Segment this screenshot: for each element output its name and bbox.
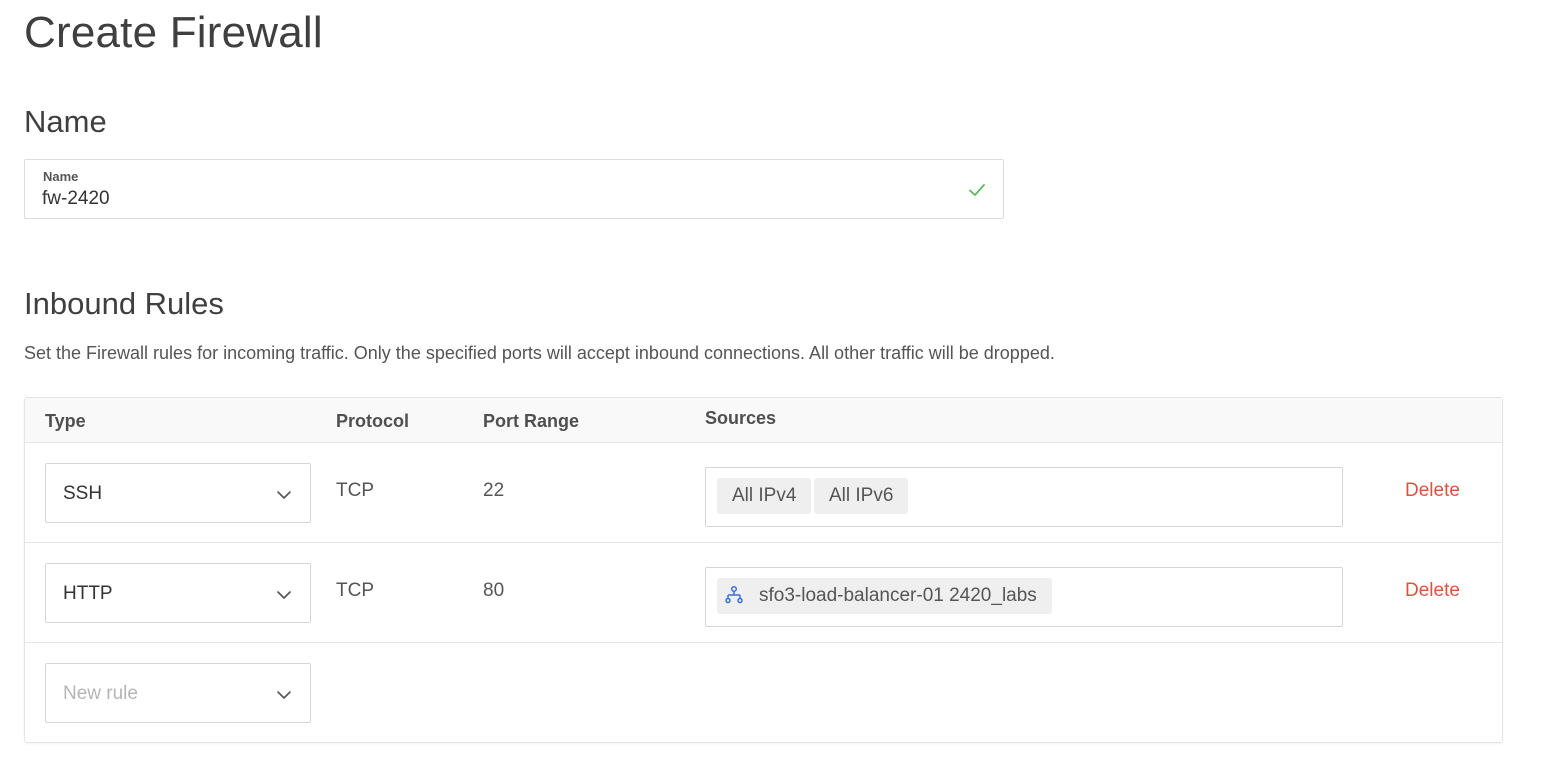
load-balancer-icon <box>725 585 743 604</box>
source-tag-all-ipv6[interactable]: All IPv6 <box>814 478 909 514</box>
rule-type-select[interactable]: HTTP <box>45 563 311 623</box>
page-title: Create Firewall <box>24 8 323 57</box>
source-tag-label: sfo3-load-balancer-01 2420_labs <box>759 585 1037 606</box>
chevron-down-icon <box>277 491 291 499</box>
check-icon <box>969 184 985 196</box>
rule-sources-input[interactable]: All IPv4 All IPv6 <box>705 467 1343 527</box>
new-rule-row: New rule <box>25 643 1502 743</box>
rule-protocol: TCP <box>336 580 374 601</box>
delete-rule-button[interactable]: Delete <box>1405 480 1460 502</box>
chevron-down-icon <box>277 691 291 699</box>
inbound-rules-description: Set the Firewall rules for incoming traf… <box>24 343 1055 363</box>
new-rule-placeholder: New rule <box>63 683 138 704</box>
column-header-sources: Sources <box>705 408 777 428</box>
column-header-type: Type <box>45 411 86 431</box>
name-section-heading: Name <box>24 104 107 139</box>
new-rule-select[interactable]: New rule <box>45 663 311 723</box>
rule-type-value: SSH <box>63 483 103 504</box>
source-tag-load-balancer[interactable]: sfo3-load-balancer-01 2420_labs <box>717 578 1052 614</box>
firewall-name-field[interactable]: Name fw-2420 <box>24 159 1004 219</box>
rule-type-value: HTTP <box>63 583 113 604</box>
column-header-port-range: Port Range <box>483 411 580 431</box>
column-header-protocol: Protocol <box>336 411 410 431</box>
rule-port-range: 22 <box>483 480 505 501</box>
create-firewall-page: Create Firewall Name Name fw-2420 Inboun… <box>0 0 1562 772</box>
rule-sources-input[interactable]: sfo3-load-balancer-01 2420_labs <box>705 567 1343 627</box>
rule-protocol: TCP <box>336 480 374 501</box>
rule-port-range: 80 <box>483 580 505 601</box>
delete-rule-button[interactable]: Delete <box>1405 580 1460 602</box>
inbound-rules-table: Type Protocol Port Range Sources SSH TCP… <box>24 397 1503 743</box>
table-row: HTTP TCP 80 sfo3-load-balancer-01 2420_l… <box>25 543 1502 643</box>
name-field-label: Name <box>43 169 79 184</box>
inbound-rules-heading: Inbound Rules <box>24 286 224 321</box>
table-header: Type Protocol Port Range Sources <box>25 398 1502 443</box>
table-row: SSH TCP 22 All IPv4 All IPv6 Delete <box>25 443 1502 543</box>
name-field-value[interactable]: fw-2420 <box>42 188 110 210</box>
chevron-down-icon <box>277 591 291 599</box>
source-tag-all-ipv4[interactable]: All IPv4 <box>717 478 812 514</box>
rule-type-select[interactable]: SSH <box>45 463 311 523</box>
